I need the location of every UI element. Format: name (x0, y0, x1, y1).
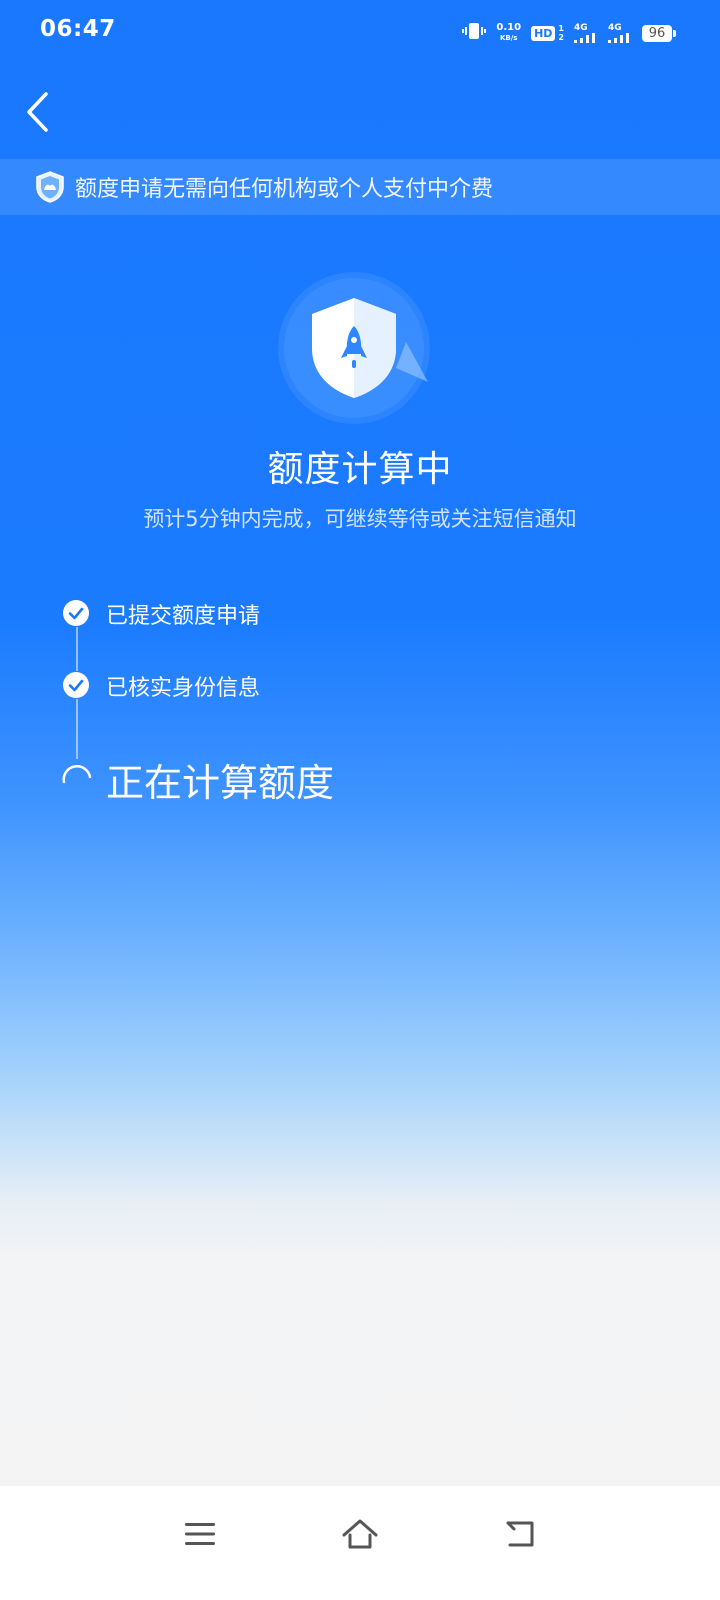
status-bar: 06:47 0.10 KB/s HD 1 2 4G 4G 96 (0, 0, 720, 64)
hd-icon: HD (531, 25, 556, 41)
signal-icon (608, 32, 629, 43)
back-nav-button[interactable] (492, 1506, 548, 1562)
sim1-network-label: 4G (574, 22, 588, 33)
check-icon (68, 679, 84, 692)
spinner-icon (62, 765, 92, 784)
chevron-left-icon (27, 92, 48, 132)
vibrate-icon (462, 21, 487, 45)
sim-number-2: 2 (558, 33, 564, 42)
net-speed-value: 0.10 (496, 22, 522, 33)
system-nav-bar (0, 1486, 720, 1600)
page-subtitle: 预计5分钟内完成，可继续等待或关注短信通知 (143, 507, 577, 531)
page-title: 额度计算中 (267, 449, 453, 490)
notice-text: 额度申请无需向任何机构或个人支付中介费 (75, 177, 494, 202)
signal-icon (574, 32, 595, 43)
net-speed-unit: KB/s (499, 34, 518, 42)
timeline-connector (76, 699, 78, 759)
sim2-network-label: 4G (608, 22, 622, 33)
battery-icon: 96 (642, 24, 676, 42)
sim1-signal: 4G (574, 22, 598, 43)
step-current-label: 正在计算额度 (106, 761, 335, 805)
sim2-signal: 4G (608, 22, 632, 43)
menu-button[interactable] (172, 1506, 228, 1562)
shield-icon (36, 171, 64, 203)
step-label: 已提交额度申请 (106, 604, 261, 629)
net-speed: 0.10 KB/s (496, 23, 521, 43)
sim-number-1: 1 (558, 24, 564, 33)
rocket-shield-icon (278, 272, 430, 424)
back-button[interactable] (18, 86, 64, 136)
status-icons: 0.10 KB/s HD 1 2 4G 4G 96 (462, 20, 676, 46)
timeline-connector (76, 627, 78, 671)
menu-icon (185, 1523, 215, 1545)
step-done-icon (63, 672, 89, 698)
back-icon (506, 1521, 534, 1547)
status-time: 06:47 (40, 16, 116, 42)
step-label: 已核实身份信息 (106, 676, 261, 701)
check-icon (68, 607, 84, 620)
sim-numbers: 1 2 (558, 24, 564, 42)
home-icon (342, 1519, 378, 1549)
notice-bar: 额度申请无需向任何机构或个人支付中介费 (0, 159, 720, 215)
step-done-icon (63, 600, 89, 626)
home-button[interactable] (332, 1506, 388, 1562)
